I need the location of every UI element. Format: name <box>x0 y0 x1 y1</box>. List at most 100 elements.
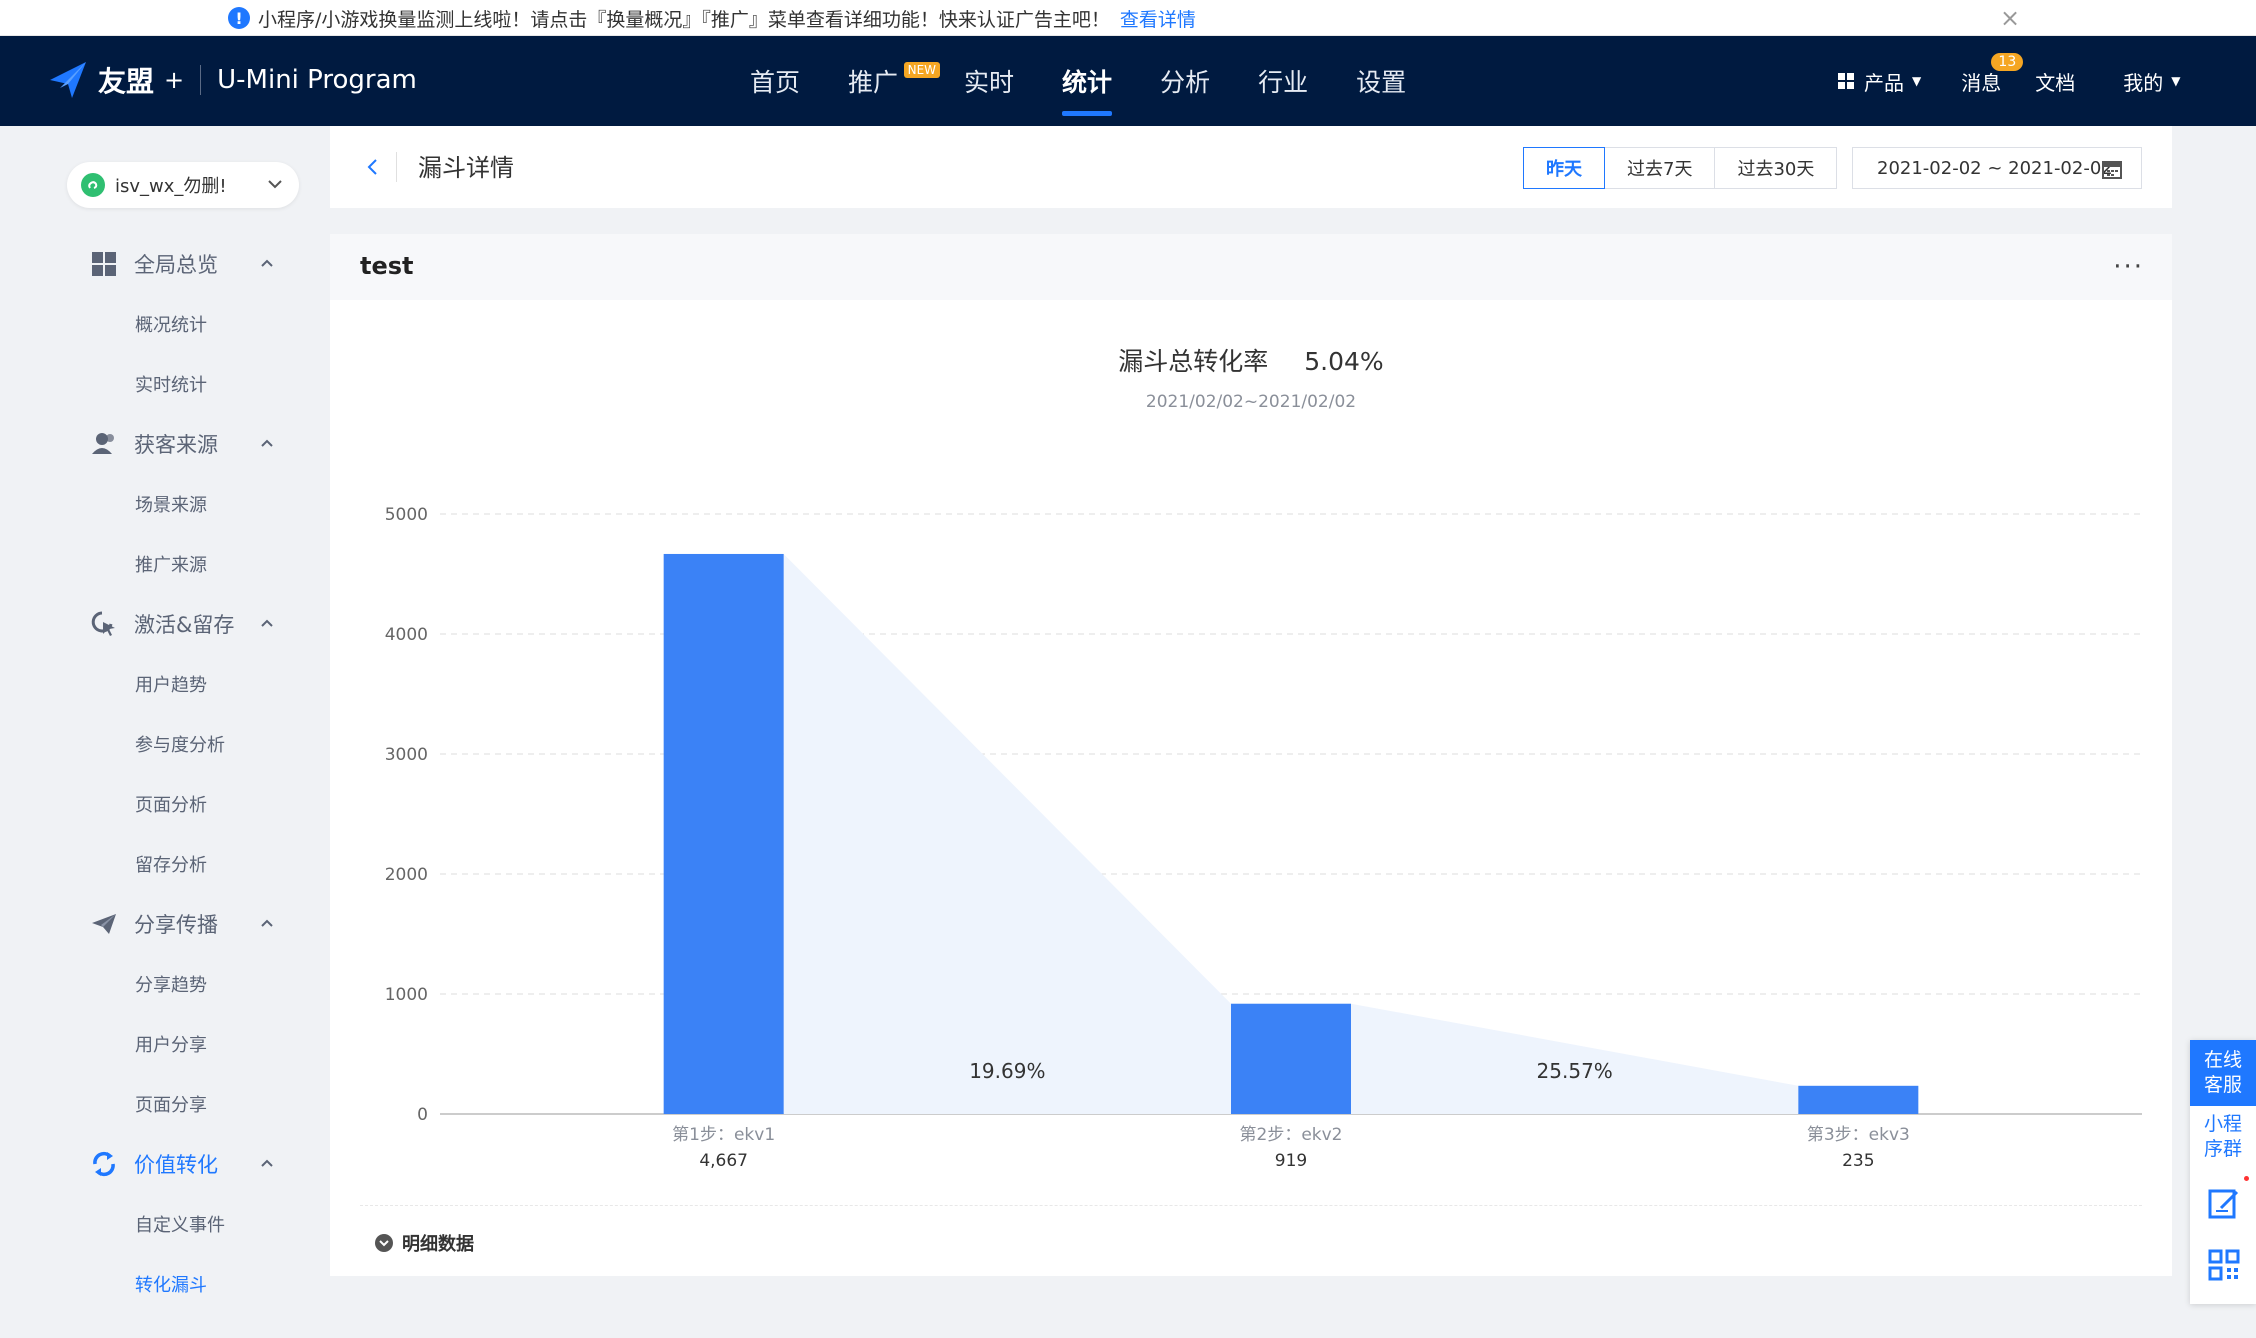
nav-label: 首页 <box>750 68 801 97</box>
chevron-up-icon <box>261 439 273 447</box>
nav-settings[interactable]: 设置 <box>1332 36 1430 126</box>
online-support-button[interactable]: 在线客服 <box>2190 1040 2256 1106</box>
nav-industry[interactable]: 行业 <box>1234 36 1332 126</box>
sidebar-item-overview-stats[interactable]: 概况统计 <box>0 294 300 354</box>
notice-details-link[interactable]: 查看详情 <box>1120 5 1196 32</box>
sidebar-item-scene-source[interactable]: 场景来源 <box>0 474 300 534</box>
chevron-left-icon[interactable] <box>358 152 388 182</box>
docs-link[interactable]: 文档 <box>2035 67 2075 96</box>
users-icon <box>92 433 114 454</box>
funnel-period: 2021/02/02~2021/02/02 <box>1145 392 1357 412</box>
app-name: isv_wx_勿删! <box>115 176 227 197</box>
y-tick-label: 2000 <box>385 865 428 885</box>
date-range-value: 2021-02-02 ~ 2021-02-02 <box>1877 157 2113 179</box>
brand-logo[interactable]: 友盟 + U-Mini Program <box>46 58 417 102</box>
funnel-bar <box>1231 1003 1351 1114</box>
group-label: 价值转化 <box>134 1153 218 1177</box>
chevron-up-icon <box>261 1159 273 1167</box>
sidebar-item-engagement[interactable]: 参与度分析 <box>0 714 300 774</box>
paper-plane-icon <box>92 914 116 934</box>
mini-program-group-link[interactable]: 小程序群 <box>2190 1112 2256 1172</box>
page-header: 漏斗详情 昨天 过去7天 过去30天 2021-02-02 ~ 2021-02-… <box>330 126 2172 208</box>
range-yesterday-button[interactable]: 昨天 <box>1523 147 1605 189</box>
bar-value-label: 235 <box>1842 1151 1874 1171</box>
range-30days-button[interactable]: 过去30天 <box>1714 147 1838 189</box>
sidebar-item-page-share[interactable]: 页面分享 <box>0 1074 300 1134</box>
sidebar: isv_wx_勿删! 全局总览 概况统计 实时统计 获客来源 场景来源 推广来源… <box>0 126 300 1338</box>
sidebar-group-overview[interactable]: 全局总览 <box>0 234 300 294</box>
more-icon[interactable]: ··· <box>2113 252 2144 282</box>
nav-realtime[interactable]: 实时 <box>940 36 1038 126</box>
y-tick-label: 3000 <box>385 745 428 765</box>
range-segmented-control: 昨天 过去7天 过去30天 <box>1523 147 1838 189</box>
sidebar-group-conversion[interactable]: 价值转化 <box>0 1134 300 1194</box>
nav-label: 实时 <box>964 68 1015 97</box>
funnel-card: test ··· 漏斗总转化率 5.04% 2021/02/02~2021/02… <box>330 234 2172 1276</box>
sidebar-item-user-trend[interactable]: 用户趋势 <box>0 654 300 714</box>
sidebar-menu: 全局总览 概况统计 实时统计 获客来源 场景来源 推广来源 激活&留存 用户趋势… <box>0 234 300 1314</box>
page-title: 漏斗详情 <box>418 154 514 182</box>
chevron-up-icon <box>261 259 273 267</box>
nav-home[interactable]: 首页 <box>726 36 824 126</box>
dashboard-icon <box>92 252 116 276</box>
group-label: 全局总览 <box>134 253 218 277</box>
sidebar-item-user-share[interactable]: 用户分享 <box>0 1014 300 1074</box>
user-menu[interactable]: 我的 ▼ <box>2123 67 2180 96</box>
support-panel: 在线客服 小程序群 <box>2190 1040 2256 1304</box>
funnel-chart: 0 1000 2000 3000 4000 5000 19.69% 25.57% 第1步：ekv… <box>385 505 2142 1171</box>
nav-label: 分析 <box>1160 68 1211 97</box>
y-tick-label: 4000 <box>385 625 428 645</box>
qr-code-icon[interactable] <box>2207 1248 2241 1282</box>
brand-plus: + <box>164 66 185 94</box>
nav-statistics[interactable]: 统计 <box>1038 36 1136 126</box>
sidebar-item-custom-event[interactable]: 自定义事件 <box>0 1194 300 1254</box>
sidebar-item-funnel[interactable]: 转化漏斗 <box>0 1254 300 1314</box>
sidebar-group-sharing[interactable]: 分享传播 <box>0 894 300 954</box>
range-7days-button[interactable]: 过去7天 <box>1604 147 1716 189</box>
messages-link[interactable]: 消息 13 <box>1961 52 2024 96</box>
calendar-icon <box>2102 161 2122 179</box>
nav-promotion[interactable]: 推广 NEW <box>824 36 941 126</box>
app-selector[interactable]: isv_wx_勿删! <box>67 162 299 208</box>
cursor-click-icon <box>91 611 115 636</box>
info-icon: ! <box>228 7 250 29</box>
close-icon[interactable]: × <box>1996 4 2024 32</box>
sidebar-group-retention[interactable]: 激活&留存 <box>0 594 300 654</box>
date-range-picker[interactable]: 2021-02-02 ~ 2021-02-02 <box>1852 147 2142 189</box>
sidebar-item-page-analysis[interactable]: 页面分析 <box>0 774 300 834</box>
chevron-down-icon <box>268 180 282 189</box>
nav-analysis[interactable]: 分析 <box>1136 36 1234 126</box>
notice-text: 小程序/小游戏换量监测上线啦！请点击『换量概况』『推广』菜单查看详细功能！快来认… <box>258 8 1110 31</box>
grid-icon <box>1838 73 1854 89</box>
group-label: 激活&留存 <box>134 613 235 637</box>
notification-dot <box>2244 1176 2249 1181</box>
sidebar-item-promo-source[interactable]: 推广来源 <box>0 534 300 594</box>
chevron-up-icon <box>261 619 273 627</box>
funnel-bar <box>663 553 784 1114</box>
summary-label: 漏斗总转化率 <box>1118 347 1269 376</box>
detail-data-toggle[interactable]: 明细数据 <box>374 1230 474 1256</box>
y-tick-label: 5000 <box>385 505 428 525</box>
brand-divider <box>200 65 202 95</box>
conversion-rate-label: 25.57% <box>1537 1059 1613 1083</box>
refresh-icon <box>93 1151 115 1177</box>
bar-value-label: 4,667 <box>699 1151 748 1171</box>
brand-name: 友盟 <box>98 65 155 98</box>
conversion-rate-label: 19.69% <box>969 1059 1045 1083</box>
sidebar-item-realtime-stats[interactable]: 实时统计 <box>0 354 300 414</box>
sidebar-item-share-trend[interactable]: 分享趋势 <box>0 954 300 1014</box>
chevron-circle-down-icon <box>375 1234 393 1252</box>
new-badge: NEW <box>903 62 941 78</box>
docs-label: 文档 <box>2035 70 2076 95</box>
umeng-bird-icon <box>50 62 86 98</box>
product-menu[interactable]: 产品 ▼ <box>1838 67 1921 96</box>
sidebar-group-acquisition[interactable]: 获客来源 <box>0 414 300 474</box>
nav-label: 设置 <box>1356 68 1407 97</box>
messages-label: 消息 <box>1961 70 2002 95</box>
sidebar-item-retention[interactable]: 留存分析 <box>0 834 300 894</box>
x-category-label: 第3步：ekv3 <box>1807 1125 1910 1145</box>
funnel-summary: 漏斗总转化率 5.04% <box>330 342 2172 378</box>
edit-icon[interactable] <box>2207 1186 2241 1220</box>
chevron-up-icon <box>261 919 273 927</box>
message-count-badge: 13 <box>1991 52 2024 71</box>
